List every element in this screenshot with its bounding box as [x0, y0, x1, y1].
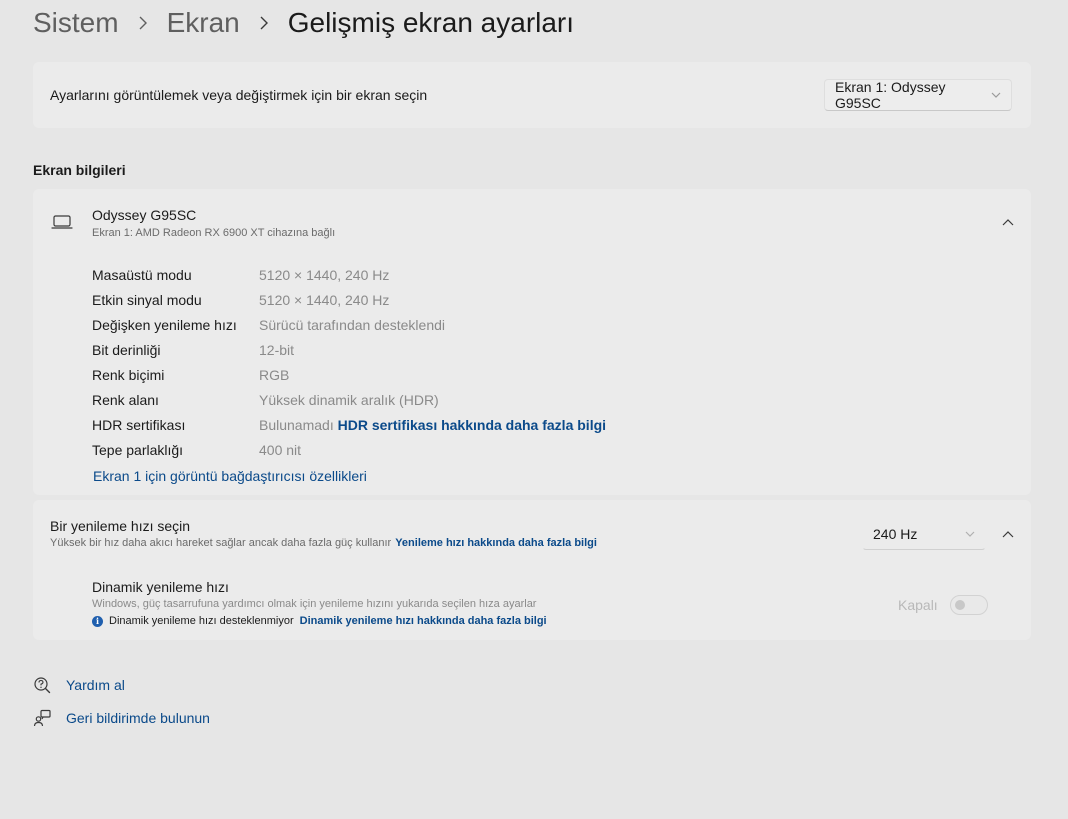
info-key: Bit derinliği: [92, 342, 161, 358]
help-link[interactable]: Yardım al: [33, 674, 125, 696]
info-icon: i: [92, 615, 103, 627]
page-title: Gelişmiş ekran ayarları: [287, 7, 575, 38]
info-row-variable-refresh: Değişken yenileme hızı Sürücü tarafından…: [92, 317, 992, 337]
dynamic-refresh-note-text: Dinamik yenileme hızı desteklenmiyor: [109, 615, 294, 627]
info-key: Renk biçimi: [92, 367, 165, 383]
refresh-rate-subtitle-text: Yüksek bir hız daha akıcı hareket sağlar…: [50, 537, 392, 549]
refresh-rate-card: Bir yenileme hızı seçin Yüksek bir hız d…: [33, 500, 1031, 640]
display-info-card: Odyssey G95SC Ekran 1: AMD Radeon RX 690…: [33, 189, 1031, 495]
chevron-down-icon: [965, 530, 975, 538]
chevron-up-icon: [1002, 531, 1014, 538]
hdr-cert-learn-more-link[interactable]: HDR sertifikası hakkında daha fazla bilg…: [338, 417, 606, 433]
monitor-name: Odyssey G95SC: [92, 207, 197, 223]
help-icon: [34, 677, 51, 694]
chevron-up-icon: [1002, 219, 1014, 226]
toggle-knob: [955, 600, 965, 610]
feedback-link-label: Geri bildirimde bulunun: [66, 710, 210, 726]
info-value: Yüksek dinamik aralık (HDR): [259, 392, 439, 408]
info-value: 400 nit: [259, 442, 302, 458]
hdr-cert-status: Bulunamadı: [259, 417, 334, 433]
info-row-bit-depth: Bit derinliği 12-bit: [92, 342, 992, 362]
info-row-active-signal-mode: Etkin sinyal modu 5120 × 1440, 240 Hz: [92, 292, 992, 312]
dynamic-refresh-toggle[interactable]: [950, 595, 988, 615]
display-select-label: Ayarlarını görüntülemek veya değiştirmek…: [50, 87, 428, 103]
info-value: Sürücü tarafından desteklendi: [259, 317, 446, 333]
info-key: Tepe parlaklığı: [92, 442, 184, 458]
section-title-display-info: Ekran bilgileri: [33, 162, 126, 178]
dynamic-refresh-learn-more-link[interactable]: Dinamik yenileme hızı hakkında daha fazl…: [300, 615, 547, 627]
info-value: 12-bit: [259, 342, 295, 358]
dynamic-refresh-note: i Dinamik yenileme hızı desteklenmiyor D…: [92, 615, 547, 627]
info-row-hdr-certification: HDR sertifikası Bulunamadı HDR sertifika…: [92, 417, 992, 437]
display-dropdown-value: Ekran 1: Odyssey G95SC: [835, 79, 946, 111]
monitor-icon: [51, 215, 73, 229]
display-dropdown[interactable]: Ekran 1: Odyssey G95SC: [824, 79, 1012, 111]
breadcrumb-sistem[interactable]: Sistem: [33, 7, 119, 39]
info-value: Bulunamadı HDR sertifikası hakkında daha…: [259, 417, 606, 433]
collapse-refresh-rate-button[interactable]: [996, 522, 1020, 546]
info-row-color-format: Renk biçimi RGB: [92, 367, 992, 387]
info-key: Masaüstü modu: [92, 267, 192, 283]
refresh-rate-learn-more-link[interactable]: Yenileme hızı hakkında daha fazla bilgi: [395, 537, 597, 549]
info-key: HDR sertifikası: [92, 417, 186, 433]
info-key: Renk alanı: [92, 392, 159, 408]
info-key: Değişken yenileme hızı: [92, 317, 237, 333]
refresh-rate-dropdown[interactable]: 240 Hz: [862, 518, 986, 550]
refresh-rate-subtitle: Yüksek bir hız daha akıcı hareket sağlar…: [50, 537, 597, 549]
display-select-card: Ayarlarını görüntülemek veya değiştirmek…: [33, 62, 1031, 128]
info-value: RGB: [259, 367, 290, 383]
monitor-subtitle: Ekran 1: AMD Radeon RX 6900 XT cihazına …: [92, 227, 336, 239]
refresh-rate-dropdown-value: 240 Hz: [873, 526, 918, 542]
chevron-right-icon: [137, 16, 149, 30]
feedback-icon: [33, 709, 51, 727]
info-row-color-space: Renk alanı Yüksek dinamik aralık (HDR): [92, 392, 992, 412]
refresh-rate-title: Bir yenileme hızı seçin: [50, 518, 191, 534]
chevron-right-icon: [258, 16, 270, 30]
info-value: 5120 × 1440, 240 Hz: [259, 292, 390, 308]
feedback-link[interactable]: Geri bildirimde bulunun: [33, 707, 210, 729]
breadcrumb: Sistem Ekran Gelişmiş ekran ayarları: [33, 4, 574, 42]
info-value: 5120 × 1440, 240 Hz: [259, 267, 390, 283]
chevron-down-icon: [991, 91, 1001, 99]
dynamic-refresh-toggle-label: Kapalı: [898, 597, 938, 613]
dynamic-refresh-subtitle: Windows, güç tasarrufuna yardımcı olmak …: [92, 598, 537, 610]
info-row-peak-brightness: Tepe parlaklığı 400 nit: [92, 442, 992, 462]
collapse-display-info-button[interactable]: [996, 210, 1020, 234]
info-key: Etkin sinyal modu: [92, 292, 202, 308]
info-row-desktop-mode: Masaüstü modu 5120 × 1440, 240 Hz: [92, 267, 992, 287]
help-link-label: Yardım al: [66, 677, 125, 693]
display-adapter-properties-link[interactable]: Ekran 1 için görüntü bağdaştırıcısı özel…: [93, 468, 367, 484]
dynamic-refresh-title: Dinamik yenileme hızı: [92, 579, 229, 595]
breadcrumb-ekran[interactable]: Ekran: [167, 7, 240, 39]
